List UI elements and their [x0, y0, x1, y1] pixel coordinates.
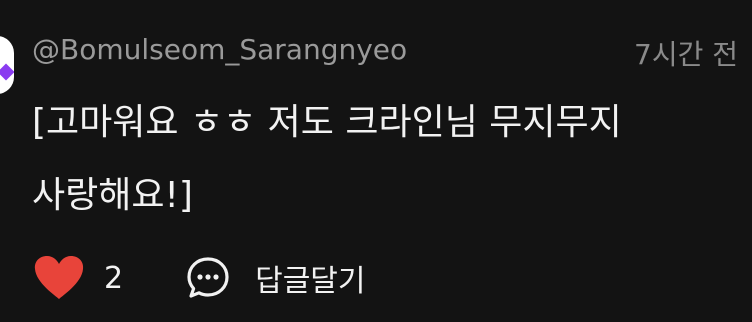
timestamp: 7시간 전: [634, 38, 738, 71]
avatar[interactable]: [0, 36, 14, 94]
like-count: 2: [104, 260, 124, 296]
comment-text: [고마워요 ㅎㅎ 저도 크라인님 무지무지 사랑해요!]: [32, 102, 622, 216]
like-button[interactable]: 2: [32, 254, 123, 302]
reply-label: 답글달기: [255, 264, 366, 299]
comment-card: @Bomulseom_Sarangnyeo 7시간 전 [고마워요 ㅎㅎ 저도 …: [0, 0, 752, 322]
chat-bubble-icon[interactable]: [185, 255, 231, 301]
comment-actions: 2 답글달기: [32, 250, 366, 306]
avatar-badge: [0, 63, 14, 81]
username-link[interactable]: @Bomulseom_Sarangnyeo: [32, 33, 407, 66]
reply-button[interactable]: 답글달기: [185, 255, 366, 301]
heart-icon[interactable]: [32, 254, 86, 302]
